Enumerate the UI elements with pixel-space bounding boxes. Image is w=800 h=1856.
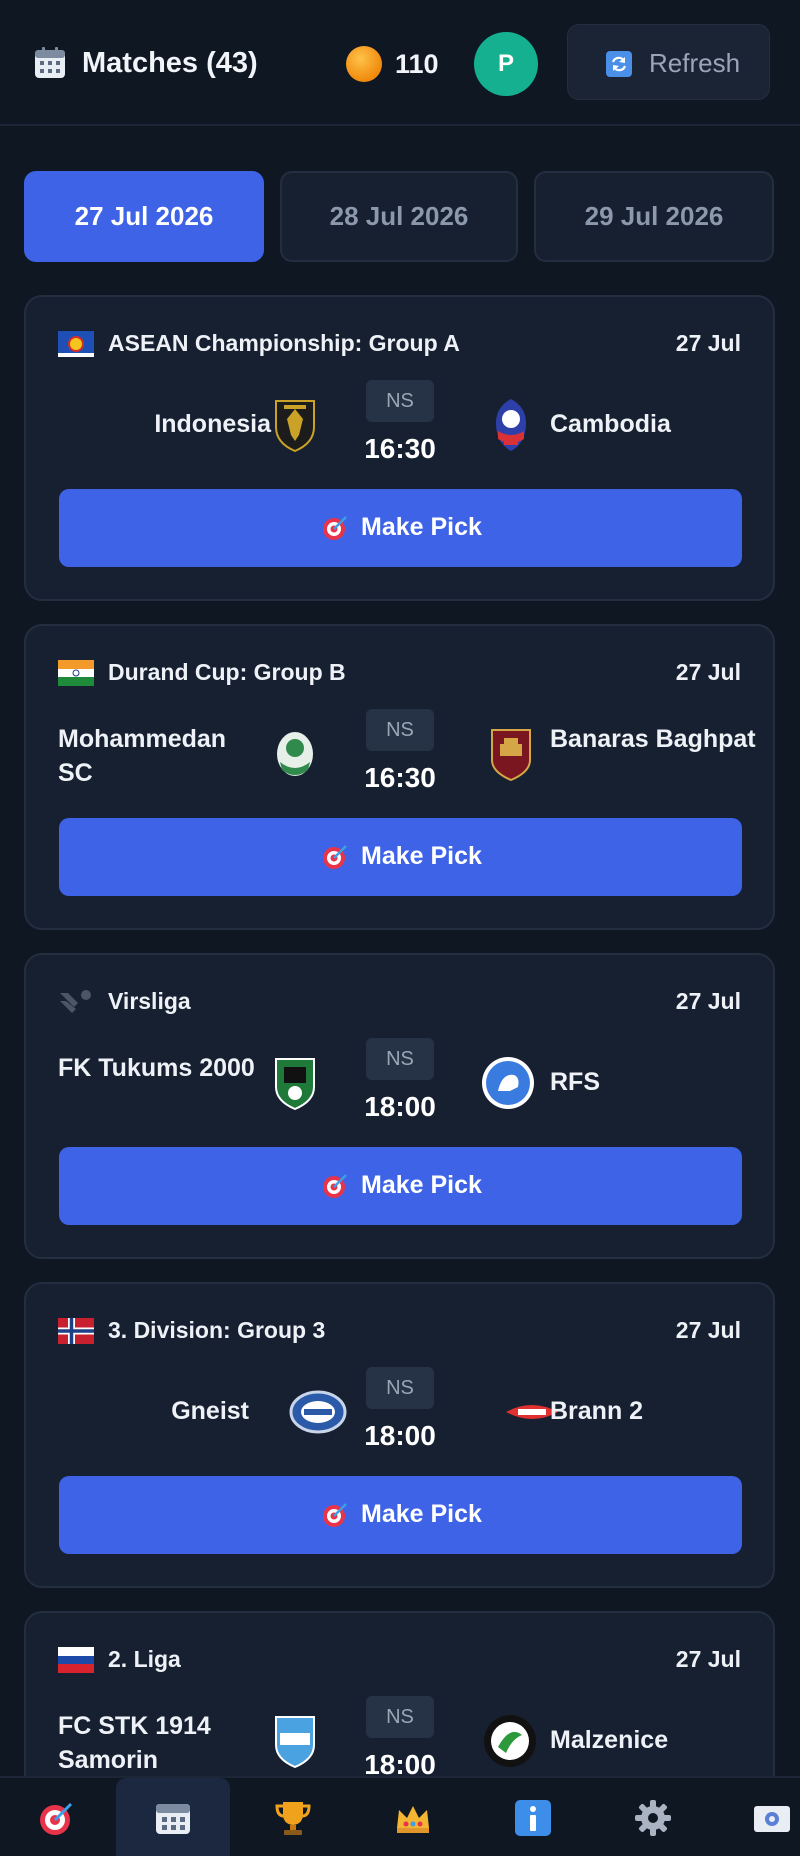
date-tab-27-jul[interactable]: 27 Jul 2026 [24,171,264,262]
away-team-name: Banaras Baghpat [550,725,756,753]
asean-flag-icon [58,331,94,357]
indonesia-crest-icon [275,400,315,453]
target-icon [323,1174,347,1198]
make-pick-button[interactable]: Make Pick [59,489,742,567]
page-title: Matches (43) [82,47,258,79]
nav-info[interactable] [476,1778,590,1856]
coin-balance: 110 [395,49,439,79]
cambodia-crest-icon [496,399,526,451]
match-card: Virsliga 27 Jul FK Tukums 2000 NS 18:00 … [24,953,775,1259]
make-pick-label: Make Pick [361,513,482,541]
home-team-name: Gneist [171,1397,249,1425]
match-card: 3. Division: Group 3 27 Jul Gneist NS 18… [24,1282,775,1588]
gear-icon [635,1800,671,1836]
malzenice-crest-icon [484,1715,536,1767]
away-team-name: Brann 2 [550,1397,644,1425]
mohammedan-crest-icon [277,732,313,776]
kickoff-time: 18:00 [364,1091,436,1122]
refresh-label: Refresh [649,48,741,78]
nav-picks[interactable] [0,1778,114,1856]
target-icon [323,516,347,540]
target-icon [323,845,347,869]
make-pick-label: Make Pick [361,842,482,870]
target-icon [323,1503,347,1527]
status-badge: NS [366,1696,434,1738]
refresh-button[interactable]: Refresh [567,24,770,100]
status-badge: NS [366,709,434,751]
match-date: 27 Jul [675,1317,741,1343]
nav-matches[interactable] [116,1778,230,1856]
away-team-name: Cambodia [550,410,671,438]
rfs-crest-icon [482,1057,534,1109]
make-pick-label: Make Pick [361,1171,482,1199]
league-name: 3. Division: Group 3 [108,1317,326,1343]
match-date: 27 Jul [675,659,741,685]
date-tab-28-jul[interactable]: 28 Jul 2026 [280,171,518,262]
fk-tukums-crest-icon [275,1058,315,1111]
slovakia-flag-icon [58,1647,94,1673]
date-tab-29-jul[interactable]: 29 Jul 2026 [534,171,774,262]
id-card-icon [754,1806,790,1832]
banaras-crest-icon [491,729,531,782]
make-pick-button[interactable]: Make Pick [59,818,742,896]
app-root: Matches (43) 110 P Refresh 27 Jul 2026 2… [0,0,800,1856]
refresh-icon [606,51,632,77]
kickoff-time: 16:30 [364,762,436,793]
make-pick-button[interactable]: Make Pick [59,1476,742,1554]
gneist-crest-icon [289,1390,347,1434]
match-card: ASEAN Championship: Group A 27 Jul Indon… [24,295,775,601]
match-date: 27 Jul [675,330,741,356]
league-name: Virsliga [108,988,191,1014]
nav-premium[interactable] [356,1778,470,1856]
status-badge: NS [366,1038,434,1080]
kickoff-time: 18:00 [364,1420,436,1451]
nav-leaderboard[interactable] [236,1778,350,1856]
calendar-icon [156,1804,190,1834]
league-name: 2. Liga [108,1646,181,1672]
home-team-name: FC STK 1914 Samorin [58,1712,211,1774]
trophy-icon [275,1802,311,1835]
kickoff-time: 16:30 [364,433,436,464]
league-name: Durand Cup: Group B [108,659,346,685]
away-team-name: Malzenice [550,1726,669,1754]
nav-profile[interactable] [716,1778,800,1856]
info-icon [515,1800,551,1836]
crown-icon [397,1806,429,1833]
stk-samorin-crest-icon [275,1716,315,1769]
target-icon [40,1802,73,1835]
calendar-icon [35,47,65,78]
match-date: 27 Jul [675,1646,741,1672]
match-date: 27 Jul [675,988,741,1014]
avatar[interactable]: P [474,32,538,96]
match-card: Durand Cup: Group B 27 Jul Mohammedan SC… [24,624,775,930]
virsliga-logo-icon [60,990,91,1013]
norway-flag-icon [58,1318,94,1344]
make-pick-button[interactable]: Make Pick [59,1147,742,1225]
coin-icon [346,46,382,82]
bottom-nav [0,1776,800,1856]
status-badge: NS [366,380,434,422]
make-pick-label: Make Pick [361,1500,482,1528]
away-team-name: RFS [550,1068,600,1096]
home-team-name: FK Tukums 2000 [58,1054,255,1082]
league-name: ASEAN Championship: Group A [108,330,460,356]
status-badge: NS [366,1367,434,1409]
home-team-name: Mohammedan SC [58,725,227,787]
india-flag-icon [58,660,94,686]
home-team-name: Indonesia [154,410,271,438]
header: Matches (43) 110 P Refresh [0,0,800,126]
nav-settings[interactable] [596,1778,710,1856]
